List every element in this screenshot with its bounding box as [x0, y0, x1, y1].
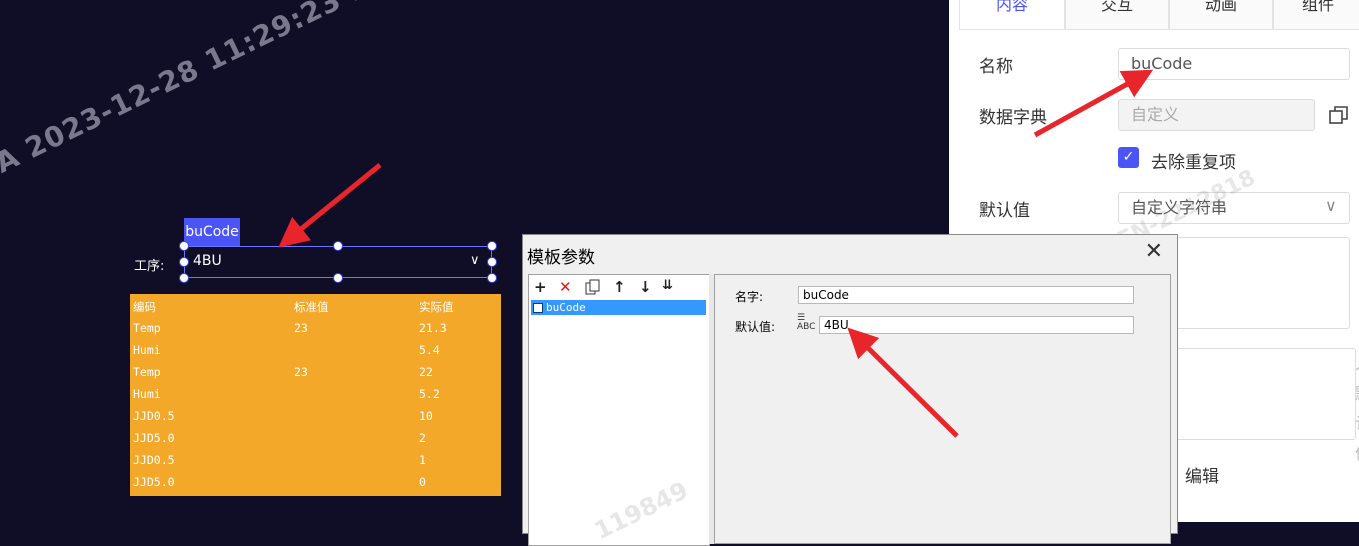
annotation-arrows	[278, 69, 1154, 438]
arrow-annotation	[278, 163, 382, 248]
arrow-annotation	[1033, 69, 1154, 138]
arrow-annotation	[847, 327, 959, 438]
